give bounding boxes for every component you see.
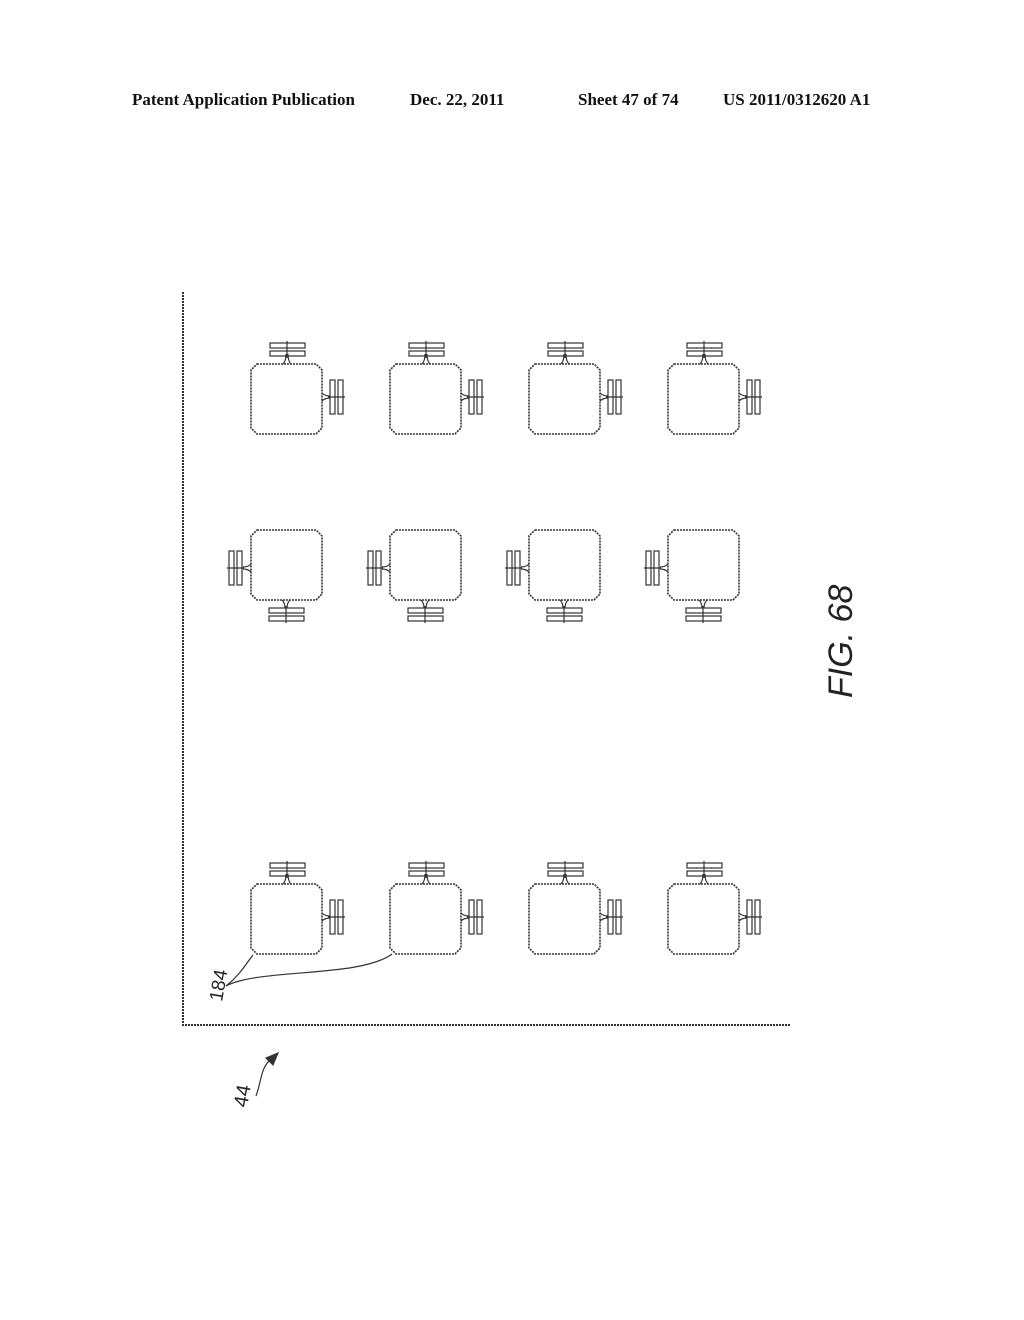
connector-trace bbox=[242, 563, 252, 573]
component-184 bbox=[227, 529, 323, 623]
component-body bbox=[250, 363, 323, 435]
component-body bbox=[528, 529, 601, 601]
component-body bbox=[667, 363, 740, 435]
component-body bbox=[528, 883, 601, 955]
leader-line-184-b bbox=[225, 953, 393, 987]
component-184 bbox=[528, 341, 623, 435]
component-184 bbox=[528, 861, 623, 955]
connector-trace bbox=[659, 563, 669, 573]
component-body bbox=[667, 529, 740, 601]
ref-label-44: 44 bbox=[230, 1083, 256, 1109]
connector-trace bbox=[520, 563, 530, 573]
component-184 bbox=[250, 341, 345, 435]
component-184 bbox=[250, 861, 345, 955]
component-array bbox=[227, 341, 762, 955]
component-body bbox=[667, 883, 740, 955]
component-184 bbox=[644, 529, 740, 623]
connector-trace bbox=[381, 563, 391, 573]
component-body bbox=[250, 529, 323, 601]
component-184 bbox=[667, 861, 762, 955]
leader-line-44 bbox=[255, 1057, 273, 1097]
component-body bbox=[250, 883, 323, 955]
component-body bbox=[528, 363, 601, 435]
figure-caption: FIG. 68 bbox=[822, 585, 860, 698]
component-body bbox=[389, 529, 462, 601]
figure-drawing: 184 44 FIG. 68 bbox=[182, 292, 860, 1109]
component-body bbox=[389, 883, 462, 955]
component-184 bbox=[505, 529, 601, 623]
component-184 bbox=[667, 341, 762, 435]
ref-label-184: 184 bbox=[206, 968, 232, 1003]
component-body bbox=[389, 363, 462, 435]
component-184 bbox=[389, 341, 484, 435]
component-184 bbox=[366, 529, 462, 623]
component-184 bbox=[389, 861, 484, 955]
